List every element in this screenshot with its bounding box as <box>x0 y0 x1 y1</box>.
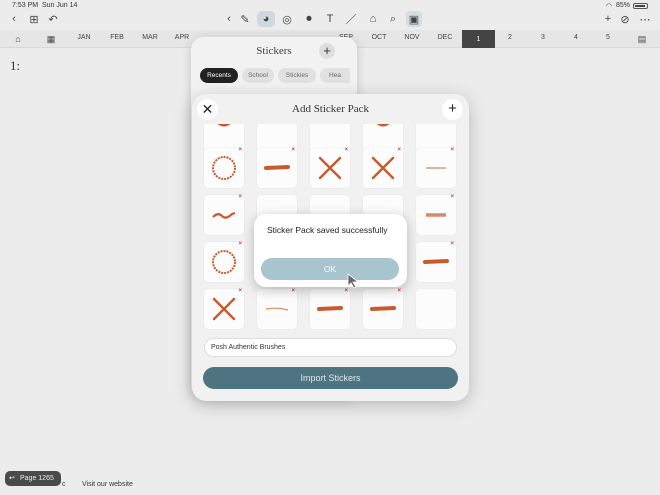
remove-icon[interactable]: × <box>397 288 401 294</box>
more-icon[interactable]: ⋯ <box>638 11 652 27</box>
tab-jan[interactable]: JAN <box>69 34 99 41</box>
remove-icon[interactable]: × <box>450 147 454 153</box>
sticker-tile[interactable]: × <box>204 288 244 329</box>
tab-3[interactable]: 3 <box>533 34 553 41</box>
sticker-icon[interactable]: ◕ <box>257 11 275 27</box>
modal-add-button[interactable]: + <box>442 99 463 120</box>
tab-5[interactable]: 5 <box>598 34 618 41</box>
tab-dec[interactable]: DEC <box>430 34 460 41</box>
undo-icon[interactable]: ↶ <box>46 11 60 27</box>
page-back-icon: ↩ <box>9 475 15 482</box>
wifi-icon: ◠ <box>605 3 612 10</box>
remove-icon[interactable]: × <box>397 147 401 153</box>
tab-feb[interactable]: FEB <box>102 34 132 41</box>
sticker-thumbnail <box>317 306 343 311</box>
tab-apr[interactable]: APR <box>167 34 197 41</box>
sticker-tile[interactable]: × <box>257 288 297 329</box>
success-alert: Sticker Pack saved successfully OK <box>254 214 407 287</box>
alert-message: Sticker Pack saved successfully <box>267 225 388 235</box>
chevron-left-icon[interactable]: ‹ <box>222 11 236 27</box>
chip-school[interactable]: School <box>242 68 274 83</box>
stickers-add-button[interactable]: + <box>319 43 335 59</box>
pointer-cursor-icon <box>347 273 360 289</box>
sticker-tile[interactable]: × <box>416 147 456 188</box>
tab-nov[interactable]: NOV <box>397 34 427 41</box>
sticker-tile[interactable]: × <box>310 288 350 329</box>
remove-icon[interactable]: × <box>238 241 242 247</box>
tab-2[interactable]: 2 <box>500 34 520 41</box>
lasso-icon[interactable]: ◎ <box>280 11 294 27</box>
home-icon[interactable]: ⌂ <box>3 34 33 44</box>
visit-website-link[interactable]: Visit our website <box>82 481 133 488</box>
tab-mar[interactable]: MAR <box>135 34 165 41</box>
chip-stickies[interactable]: Stickies <box>278 68 316 83</box>
search-icon[interactable]: ⌕ <box>386 11 400 27</box>
chip-health[interactable]: Hea <box>320 68 350 83</box>
pack-name-field[interactable]: Posh Authentic Brushes <box>204 338 457 357</box>
sticker-thumbnail <box>423 259 449 264</box>
pen-icon[interactable]: ／ <box>344 11 358 27</box>
ok-button[interactable]: OK <box>261 258 399 280</box>
calendar-app-icon[interactable]: ▣ <box>406 11 422 27</box>
sticker-thumbnail <box>217 124 231 127</box>
chip-recents[interactable]: Recents <box>200 68 238 83</box>
sticker-thumbnail <box>212 297 236 321</box>
modal-title: Add Sticker Pack <box>292 103 369 115</box>
no-icon[interactable]: ⊘ <box>618 11 632 27</box>
remove-icon[interactable]: × <box>450 194 454 200</box>
sticker-thumbnail <box>370 306 396 311</box>
add-icon[interactable]: + <box>601 11 615 27</box>
status-time: 7:53 PM <box>12 2 39 9</box>
sticker-thumbnail <box>376 124 390 127</box>
remove-icon[interactable]: × <box>291 147 295 153</box>
sticker-thumbnail <box>259 124 295 150</box>
back-icon[interactable]: ‹ <box>7 11 21 27</box>
sticker-thumbnail <box>264 165 290 170</box>
remove-icon[interactable]: × <box>238 288 242 294</box>
sticker-tile[interactable]: × <box>363 288 403 329</box>
remove-icon[interactable]: × <box>450 241 454 247</box>
sticker-thumbnail <box>426 213 446 217</box>
sticker-thumbnail <box>312 124 348 150</box>
microphone-icon[interactable]: ⏺ <box>302 11 316 27</box>
remove-icon[interactable]: × <box>291 288 295 294</box>
tab-1[interactable]: 1 <box>462 30 495 48</box>
status-bar: 7:53 PM Sun Jun 14 ◠ 85% <box>0 0 660 11</box>
sticker-thumbnail <box>265 307 289 311</box>
notes-icon[interactable]: ✎ <box>238 11 252 27</box>
tab-oct[interactable]: OCT <box>364 34 394 41</box>
sticker-thumbnail <box>212 250 236 274</box>
sticker-thumbnail <box>418 291 454 327</box>
import-stickers-button[interactable]: Import Stickers <box>203 367 458 389</box>
sticker-tile[interactable]: × <box>204 241 244 282</box>
grid-icon[interactable]: ⊞ <box>27 11 41 27</box>
sticker-thumbnail <box>418 124 454 150</box>
sticker-tile[interactable]: × <box>416 241 456 282</box>
page-label: 1: <box>10 58 21 73</box>
status-date: Sun Jun 14 <box>42 2 78 9</box>
battery-icon <box>633 3 648 9</box>
sticker-tile[interactable]: × <box>257 147 297 188</box>
sticker-tile[interactable]: × <box>310 147 350 188</box>
remove-icon[interactable]: × <box>238 147 242 153</box>
tab-4[interactable]: 4 <box>566 34 586 41</box>
sticker-tile[interactable]: × <box>204 147 244 188</box>
sticker-tile[interactable]: × <box>204 194 244 235</box>
list-icon[interactable]: ▤ <box>627 34 657 45</box>
shapes-icon[interactable]: ⌂ <box>366 11 380 27</box>
text-icon[interactable]: T <box>323 11 337 27</box>
sticker-thumbnail <box>426 167 446 169</box>
calendar-icon[interactable]: ▦ <box>36 34 66 45</box>
sticker-thumbnail <box>212 211 236 219</box>
remove-icon[interactable]: × <box>238 194 242 200</box>
sticker-tile[interactable]: × <box>363 147 403 188</box>
sticker-tile[interactable]: × <box>416 194 456 235</box>
remove-icon[interactable]: × <box>344 147 348 153</box>
sticker-thumbnail <box>371 156 395 180</box>
sticker-thumbnail <box>318 156 342 180</box>
sticker-thumbnail <box>212 156 236 180</box>
sticker-tile[interactable] <box>416 289 456 329</box>
battery-percent: 85% <box>615 2 630 9</box>
footer-fragment: c <box>62 481 66 488</box>
